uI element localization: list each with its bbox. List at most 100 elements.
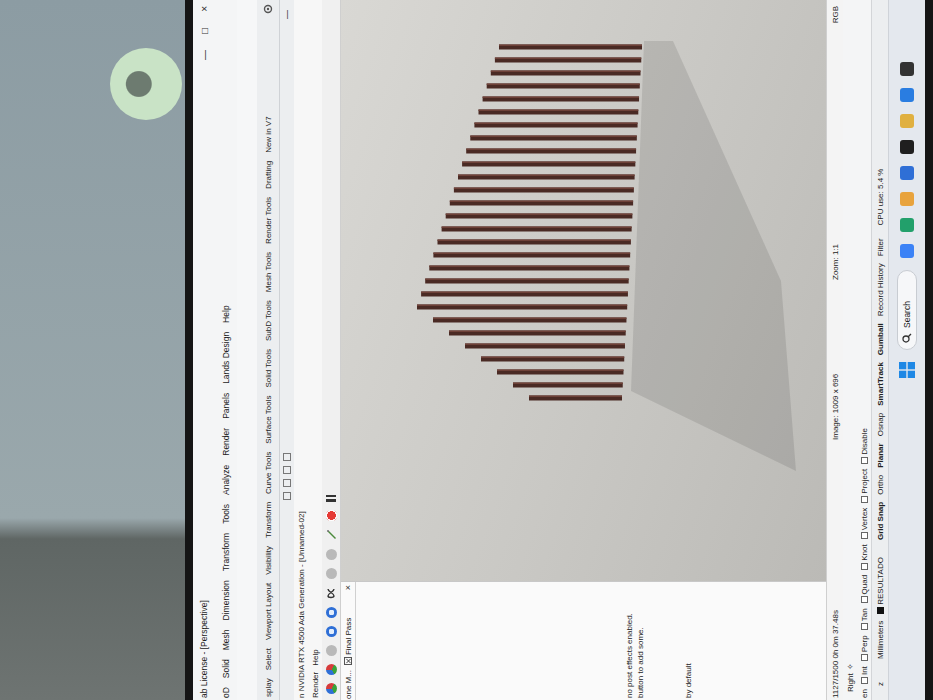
cpu-usage: CPU use: 5.4 % bbox=[876, 169, 885, 226]
taskbar-search[interactable]: Search bbox=[897, 270, 917, 350]
menu-item[interactable]: Lands Design bbox=[221, 332, 231, 384]
menu-item[interactable]: Analyze bbox=[221, 465, 231, 495]
menu-item[interactable]: Help bbox=[221, 305, 231, 322]
toolbar-tab[interactable]: Viewport Layout bbox=[263, 582, 274, 641]
menu-item[interactable]: Solid bbox=[221, 659, 231, 678]
alpha-icon[interactable] bbox=[325, 587, 337, 599]
menu-item[interactable]: Render bbox=[221, 428, 231, 456]
render-menu-item[interactable]: Render bbox=[311, 672, 320, 698]
post-effects-note: by default bbox=[684, 584, 693, 698]
osnap-checkbox[interactable] bbox=[861, 457, 868, 464]
osnap-checkbox[interactable] bbox=[861, 677, 868, 684]
toolbar-tab[interactable]: splay bbox=[263, 677, 274, 698]
osnap-checkbox[interactable] bbox=[861, 623, 868, 630]
osnap-option[interactable]: Knot bbox=[860, 544, 869, 569]
taskbar-app-icon[interactable] bbox=[900, 244, 914, 258]
osnap-checkbox[interactable] bbox=[861, 654, 868, 661]
menu-item[interactable]: oD bbox=[221, 687, 231, 698]
toolbar-tab[interactable]: Solid Tools bbox=[263, 348, 274, 389]
osnap-checkbox[interactable] bbox=[861, 532, 868, 539]
toolbar-tab[interactable]: SubD Tools bbox=[263, 299, 274, 342]
toolbar-tab[interactable]: Surface Tools bbox=[263, 395, 274, 445]
toolbar-tab[interactable]: New in V7 bbox=[263, 115, 274, 153]
rhino-render-icon[interactable] bbox=[326, 664, 337, 675]
render-progress: 1127/1500 0h 0m 37.48s bbox=[831, 440, 840, 698]
window-control[interactable]: — bbox=[199, 50, 210, 60]
record-icon[interactable] bbox=[326, 510, 337, 521]
osnap-option[interactable]: Quad bbox=[860, 575, 869, 604]
window-control[interactable]: □ bbox=[199, 28, 210, 34]
taskbar-app-icon[interactable] bbox=[900, 62, 914, 76]
osnap-checkbox[interactable] bbox=[861, 596, 868, 603]
osnap-checkbox[interactable] bbox=[861, 563, 868, 570]
gear-icon[interactable] bbox=[263, 4, 273, 14]
menu-item[interactable]: Tools bbox=[221, 504, 231, 524]
osnap-prefix: en bbox=[860, 689, 869, 698]
status-toggle[interactable]: Ortho bbox=[876, 475, 885, 495]
post-effects-tab[interactable]: one M... bbox=[344, 670, 353, 699]
taskbar-app-icon[interactable] bbox=[900, 140, 914, 154]
current-layer[interactable]: RESULTADO bbox=[876, 557, 885, 614]
osnap-option[interactable]: Project bbox=[860, 469, 869, 503]
taskbar: Search bbox=[888, 0, 925, 700]
screen: ab License - [Perspective]—□×oDSolidMesh… bbox=[185, 0, 933, 700]
taskbar-app-icon[interactable] bbox=[900, 114, 914, 128]
post-effects-tab[interactable]: Final Pass bbox=[344, 618, 353, 665]
render-mode-icon[interactable] bbox=[326, 607, 337, 618]
panel-minimize[interactable]: — bbox=[282, 10, 292, 19]
checkbox-icon[interactable] bbox=[344, 657, 352, 665]
pencil-icon[interactable] bbox=[325, 529, 337, 541]
taskbar-app-icon[interactable] bbox=[900, 166, 914, 180]
menu-item[interactable]: Transform bbox=[221, 533, 231, 571]
toolbar-tab[interactable]: Curve Tools bbox=[263, 451, 274, 495]
render-menu-item[interactable]: Help bbox=[311, 649, 320, 665]
pause-icon[interactable] bbox=[326, 495, 336, 502]
osnap-option[interactable]: Vertex bbox=[860, 508, 869, 540]
viewport-tab[interactable]: Right✧ bbox=[843, 0, 857, 700]
osnap-option[interactable]: Disable bbox=[860, 428, 869, 464]
taskbar-app-icon[interactable] bbox=[900, 218, 914, 232]
disabled-tool-icon[interactable] bbox=[326, 568, 337, 579]
message-line: button to add some. bbox=[635, 584, 646, 698]
taskbar-app-icon[interactable] bbox=[900, 192, 914, 206]
layer-color bbox=[877, 607, 884, 614]
osnap-checkbox[interactable] bbox=[861, 496, 868, 503]
status-toggle[interactable]: SmartTrack bbox=[876, 362, 885, 406]
taskbar-app-icon[interactable] bbox=[900, 88, 914, 102]
rhino-render-icon[interactable] bbox=[326, 683, 337, 694]
toolbar-tab[interactable]: Mesh Tools bbox=[263, 251, 274, 293]
message-line: no post effects enabled. bbox=[624, 584, 635, 698]
dock-tool-icon[interactable] bbox=[283, 466, 291, 474]
toolbar-tab[interactable]: Drafting bbox=[263, 160, 274, 190]
status-toggle[interactable]: Osnap bbox=[876, 413, 885, 437]
toolbar-tab[interactable]: Select bbox=[263, 647, 274, 671]
disabled-tool-icon[interactable] bbox=[326, 645, 337, 656]
toolbar-tab[interactable]: Visibility bbox=[263, 545, 274, 576]
status-toggle[interactable]: Gumball bbox=[876, 323, 885, 355]
viewport-tab-icon: ✧ bbox=[846, 663, 855, 670]
menu-item[interactable]: Dimension bbox=[221, 580, 231, 620]
status-toggle[interactable]: Record History bbox=[876, 263, 885, 316]
photo: ab License - [Perspective]—□×oDSolidMesh… bbox=[0, 0, 933, 700]
dock-tool-icon[interactable] bbox=[283, 453, 291, 461]
menu-item[interactable]: Panels bbox=[221, 393, 231, 419]
close-button[interactable]: × bbox=[343, 585, 353, 590]
status-toggle[interactable]: Filter bbox=[876, 238, 885, 256]
status-toggle[interactable]: Grid Snap bbox=[876, 502, 885, 540]
dock-tool-icon[interactable] bbox=[283, 492, 291, 500]
toolbar-tab[interactable]: Render Tools bbox=[263, 196, 274, 245]
menu-item[interactable]: Mesh bbox=[221, 629, 231, 650]
units[interactable]: Millimeters bbox=[876, 621, 885, 659]
render-mode-icon[interactable] bbox=[326, 626, 337, 637]
status-toggle[interactable]: Planar bbox=[876, 443, 885, 467]
disabled-tool-icon[interactable] bbox=[326, 549, 337, 560]
search-placeholder: Search bbox=[902, 301, 912, 328]
osnap-option[interactable]: Perp bbox=[860, 635, 869, 661]
dock-tool-icon[interactable] bbox=[283, 479, 291, 487]
window-control[interactable]: × bbox=[199, 6, 210, 12]
osnap-option[interactable]: Int bbox=[860, 666, 869, 684]
osnap-option[interactable]: Tan bbox=[860, 608, 869, 630]
dock-row: — bbox=[280, 0, 294, 700]
windows-start-icon[interactable] bbox=[899, 362, 915, 378]
toolbar-tab[interactable]: Transform bbox=[263, 501, 274, 539]
